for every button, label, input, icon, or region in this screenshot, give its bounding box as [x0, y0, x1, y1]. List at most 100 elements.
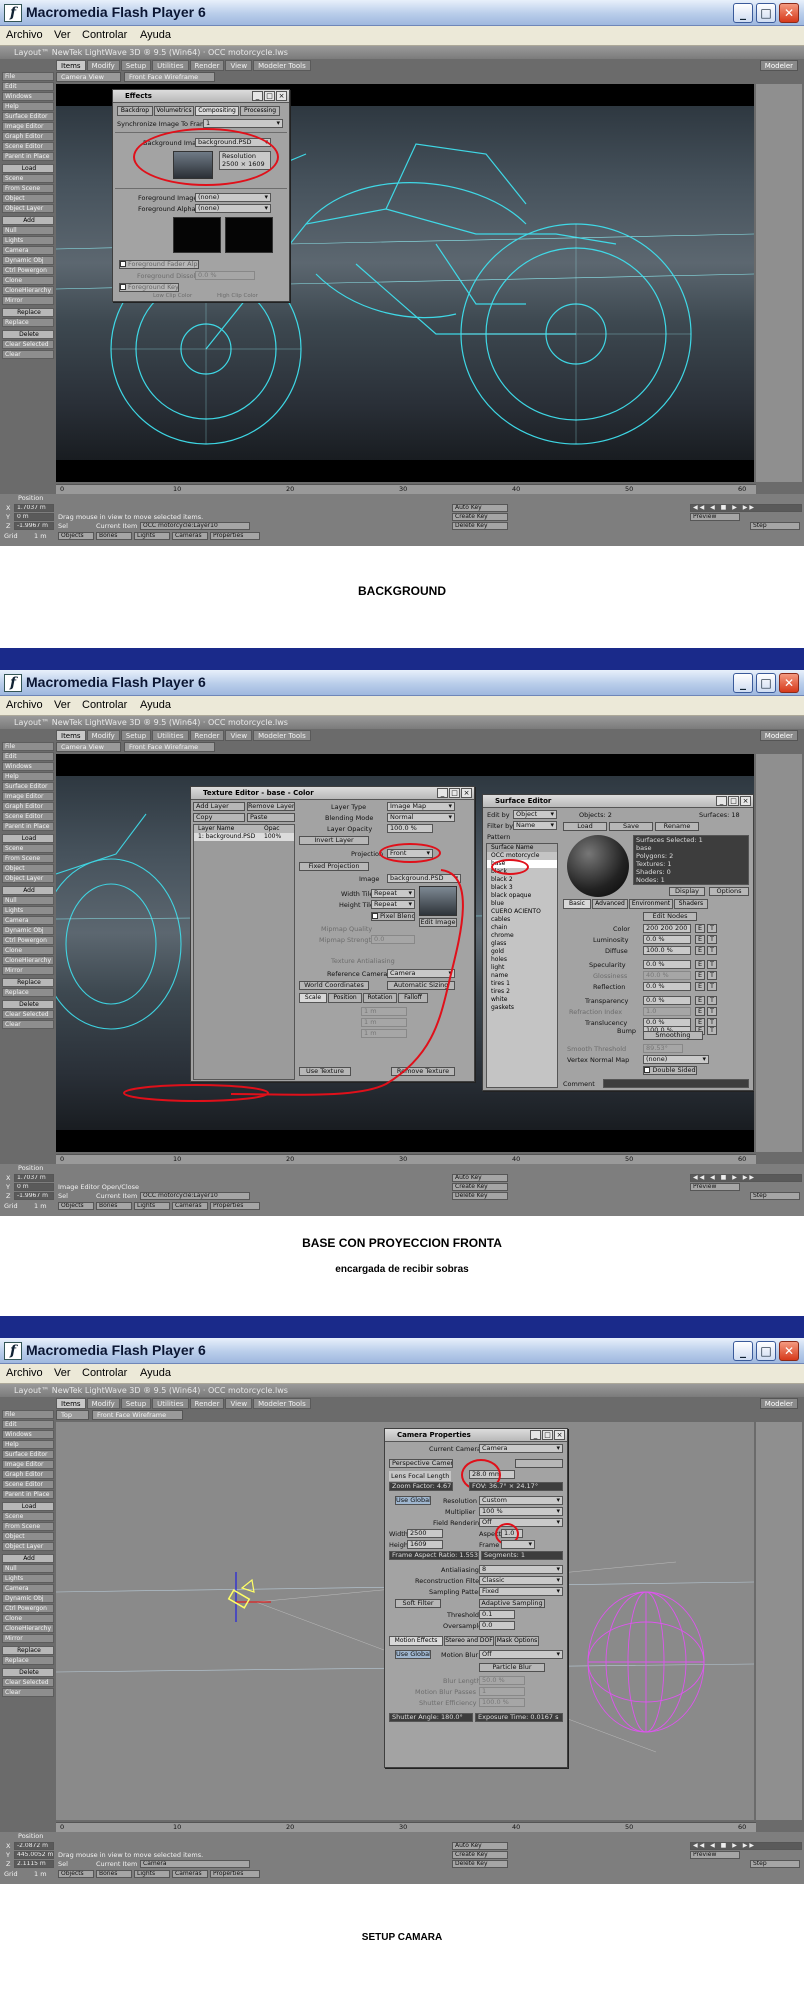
- surface-list-item[interactable]: base: [487, 860, 557, 868]
- background-image-select[interactable]: background.PSD: [195, 138, 271, 147]
- texture-icon[interactable]: T: [707, 982, 717, 991]
- z-coordinate[interactable]: 2.1115 m: [14, 1860, 54, 1868]
- y-coordinate[interactable]: 0 m: [14, 1183, 54, 1191]
- sidebar-item-scene[interactable]: Scene: [2, 844, 54, 853]
- edit-nodes-button[interactable]: Edit Nodes: [643, 912, 697, 921]
- minimize-button[interactable]: _: [733, 673, 753, 693]
- sidebar-item-camera[interactable]: Camera: [2, 246, 54, 255]
- envelope-icon[interactable]: E: [695, 946, 705, 955]
- antialiasing-select[interactable]: 8: [479, 1565, 563, 1574]
- sidebar-item-lights[interactable]: Lights: [2, 1574, 54, 1583]
- menu-archivo[interactable]: Archivo: [6, 29, 43, 41]
- world-coordinates-toggle[interactable]: World Coordinates: [299, 981, 369, 990]
- sampling-select[interactable]: Fixed: [479, 1587, 563, 1596]
- tab-utilities[interactable]: Utilities: [152, 730, 189, 741]
- sidebar-item-object[interactable]: Object: [2, 1532, 54, 1541]
- objects-tab[interactable]: Objects: [58, 1870, 94, 1878]
- create-key-button[interactable]: Create Key: [452, 513, 508, 521]
- sidebar-item-object-layer[interactable]: Object Layer: [2, 874, 54, 883]
- minimize-button[interactable]: _: [733, 1341, 753, 1361]
- dialog-maximize-icon[interactable]: □: [449, 788, 460, 798]
- tab-items[interactable]: Items: [56, 1398, 86, 1409]
- auto-key-button[interactable]: Auto Key: [452, 504, 508, 512]
- step-field[interactable]: Step: [750, 1192, 800, 1200]
- sidebar-item-file[interactable]: File: [2, 72, 54, 81]
- menu-ayuda[interactable]: Ayuda: [140, 29, 171, 41]
- tab-view[interactable]: View: [225, 1398, 253, 1409]
- sidebar-item-object[interactable]: Object: [2, 864, 54, 873]
- sidebar-item-lights[interactable]: Lights: [2, 906, 54, 915]
- prop-field-glossiness[interactable]: 40.0 %: [643, 971, 691, 980]
- field-rendering-select[interactable]: Off: [479, 1518, 563, 1527]
- viewport-mode-select[interactable]: Front Face Wireframe: [91, 1410, 184, 1420]
- surface-list-item[interactable]: blue: [487, 900, 557, 908]
- preview-select[interactable]: Preview: [690, 513, 740, 521]
- close-button[interactable]: ✕: [779, 3, 799, 23]
- dialog-close-icon[interactable]: ×: [461, 788, 472, 798]
- sidebar-item-windows[interactable]: Windows: [2, 762, 54, 771]
- foreground-alpha-select[interactable]: (none): [195, 204, 271, 213]
- playback-controls[interactable]: ◀◀ ◀ ■ ▶ ▶▶: [690, 1174, 802, 1182]
- edit-by-select[interactable]: Object: [513, 810, 557, 819]
- surface-list-item[interactable]: gaskets: [487, 1004, 557, 1012]
- viewport[interactable]: Effects _ □ × Backdrop Volumetrics Compo…: [56, 84, 754, 482]
- tab-utilities[interactable]: Utilities: [152, 60, 189, 71]
- multiplier-select[interactable]: 100 %: [479, 1507, 563, 1516]
- frame-select[interactable]: [501, 1540, 535, 1549]
- sidebar-item-object[interactable]: Object: [2, 194, 54, 203]
- delete-key-button[interactable]: Delete Key: [452, 1860, 508, 1868]
- fixed-projection-toggle[interactable]: Fixed Projection: [299, 862, 369, 871]
- envelope-icon[interactable]: E: [695, 996, 705, 1005]
- lights-tab[interactable]: Lights: [134, 1870, 170, 1878]
- current-item-select[interactable]: Camera: [140, 1860, 250, 1868]
- sidebar-item-replace[interactable]: Replace: [2, 1656, 54, 1665]
- tab-modify[interactable]: Modify: [86, 730, 120, 741]
- sidebar-item-graph-editor[interactable]: Graph Editor: [2, 132, 54, 141]
- sidebar-item-clonehierarchy[interactable]: CloneHierarchy: [2, 1624, 54, 1633]
- sidebar-item-dynamic-obj[interactable]: Dynamic Obj: [2, 256, 54, 265]
- current-item-select[interactable]: OCC motorcycle:Layer10: [140, 1192, 250, 1200]
- prop-field-diffuse[interactable]: 100.0 %: [643, 946, 691, 955]
- delete-key-button[interactable]: Delete Key: [452, 522, 508, 530]
- adaptive-sampling-toggle[interactable]: Adaptive Sampling: [479, 1599, 545, 1608]
- sidebar-item-from-scene[interactable]: From Scene: [2, 1522, 54, 1531]
- reference-camera-select[interactable]: Camera: [387, 969, 455, 978]
- foreground-image-select[interactable]: (none): [195, 193, 271, 202]
- tab-utilities[interactable]: Utilities: [152, 1398, 189, 1409]
- envelope-icon[interactable]: E: [695, 971, 705, 980]
- surface-list-item[interactable]: holes: [487, 956, 557, 964]
- sidebar-item-parent-in-place[interactable]: Parent in Place: [2, 822, 54, 831]
- menu-ver[interactable]: Ver: [54, 1367, 71, 1379]
- sidebar-item-image-editor[interactable]: Image Editor: [2, 792, 54, 801]
- sidebar-item-null[interactable]: Null: [2, 896, 54, 905]
- sidebar-item-clone[interactable]: Clone: [2, 276, 54, 285]
- tab-render[interactable]: Render: [189, 60, 225, 71]
- prop-field-refraction-index[interactable]: 1.0: [643, 1007, 691, 1016]
- surface-list-item[interactable]: glass: [487, 940, 557, 948]
- viewport[interactable]: Camera Properties _ □ × Current Camera C…: [56, 1422, 754, 1820]
- sidebar-item-help[interactable]: Help: [2, 1440, 54, 1449]
- sidebar-item-replace[interactable]: Replace: [2, 318, 54, 327]
- sidebar-item-image-editor[interactable]: Image Editor: [2, 122, 54, 131]
- copy-button[interactable]: Copy: [193, 813, 245, 822]
- prop-field-reflection[interactable]: 0.0 %: [643, 982, 691, 991]
- texture-icon[interactable]: T: [707, 946, 717, 955]
- dialog-close-icon[interactable]: ×: [554, 1430, 565, 1440]
- sidebar-item-from-scene[interactable]: From Scene: [2, 854, 54, 863]
- dialog-minimize-icon[interactable]: _: [252, 91, 263, 101]
- sidebar-item-clear[interactable]: Clear: [2, 1688, 54, 1697]
- lens-focal-length-field[interactable]: 28.0 mm: [469, 1470, 515, 1479]
- surface-list[interactable]: Surface Name OCC motorcycle base black blac…: [486, 843, 558, 1088]
- sidebar-item-parent-in-place[interactable]: Parent in Place: [2, 1490, 54, 1499]
- texture-icon[interactable]: T: [707, 1026, 717, 1035]
- envelope-icon[interactable]: E: [695, 924, 705, 933]
- sidebar-item-surface-editor[interactable]: Surface Editor: [2, 112, 54, 121]
- use-global-resolution-toggle[interactable]: Use Global: [395, 1496, 431, 1505]
- menu-ver[interactable]: Ver: [54, 699, 71, 711]
- lens-label[interactable]: Lens Focal Length: [389, 1471, 452, 1481]
- x-coordinate[interactable]: -2.0872 m: [14, 1842, 54, 1850]
- sidebar-item-ctrl-powergon[interactable]: Ctrl Powergon: [2, 936, 54, 945]
- sidebar-item-ctrl-powergon[interactable]: Ctrl Powergon: [2, 266, 54, 275]
- sidebar-item-mirror[interactable]: Mirror: [2, 296, 54, 305]
- preview-select[interactable]: Preview: [690, 1183, 740, 1191]
